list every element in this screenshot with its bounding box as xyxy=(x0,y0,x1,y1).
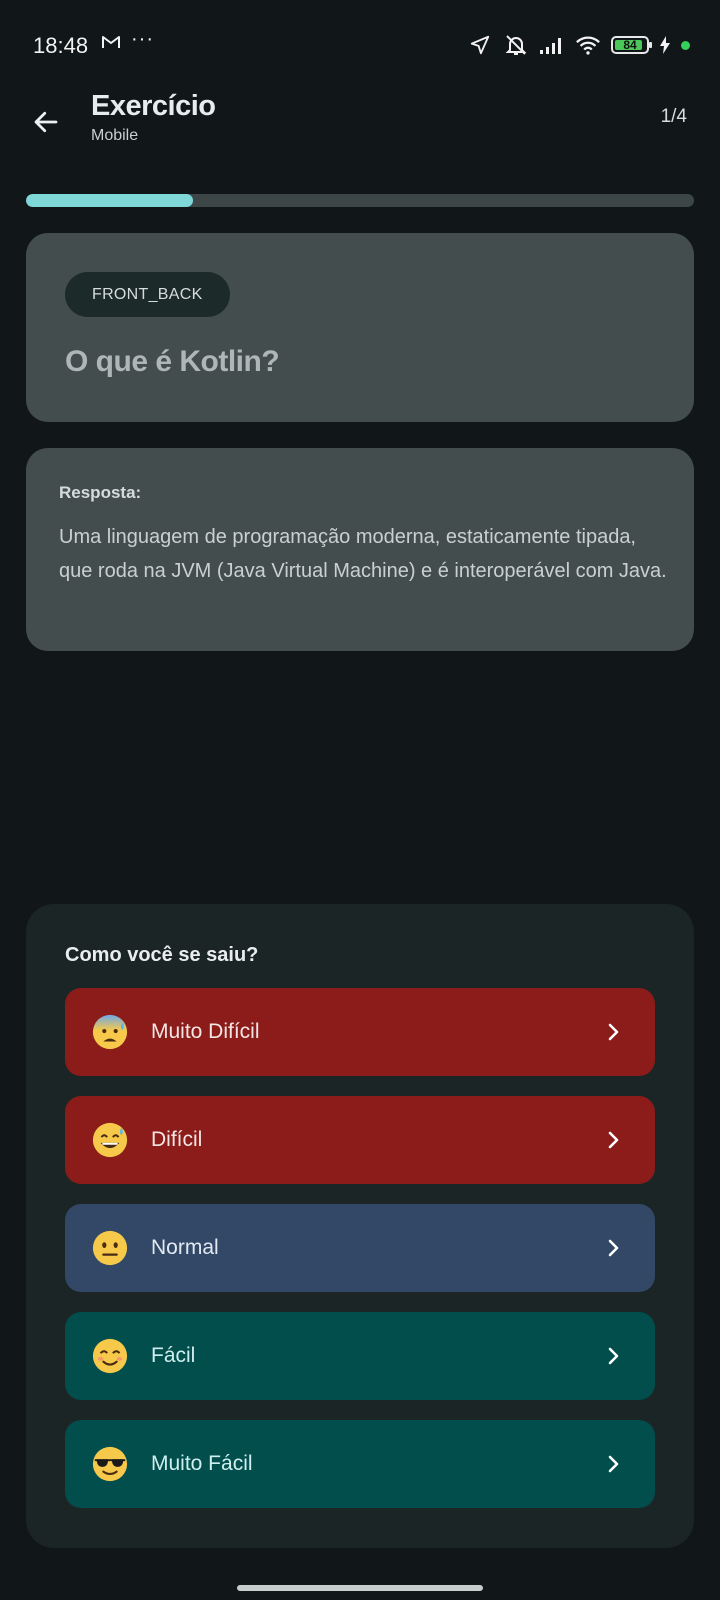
chevron-right-icon xyxy=(608,1455,619,1473)
rating-option-label: Difícil xyxy=(151,1128,203,1151)
app-header: Exercício Mobile 1/4 xyxy=(0,90,720,170)
gmail-icon xyxy=(101,33,121,56)
rating-option-normal[interactable]: Normal xyxy=(65,1204,655,1292)
privacy-indicator-dot xyxy=(681,40,690,50)
home-indicator[interactable] xyxy=(237,1585,483,1591)
card-type-chip: FRONT_BACK xyxy=(65,272,230,317)
rating-option-label: Muito Fácil xyxy=(151,1452,253,1475)
answer-card: Resposta: Uma linguagem de programação m… xyxy=(26,448,694,651)
signal-icon xyxy=(539,32,565,58)
progress-bar xyxy=(26,194,694,207)
more-notifications-icon: ··· xyxy=(131,28,154,50)
arrow-left-icon xyxy=(34,111,58,133)
neutral-face-emoji xyxy=(92,1230,128,1266)
answer-text: Uma linguagem de programação moderna, es… xyxy=(59,526,667,582)
bell-muted-icon xyxy=(503,32,529,58)
rating-option-muito-dificil[interactable]: Muito Difícil xyxy=(65,988,655,1076)
rating-option-muito-facil[interactable]: Muito Fácil xyxy=(65,1420,655,1508)
rating-title: Como você se saiu? xyxy=(65,944,259,966)
page-subtitle: Mobile xyxy=(91,127,139,144)
battery-icon: 84 xyxy=(611,36,652,54)
answer-label: Resposta: xyxy=(59,483,142,502)
chevron-right-icon xyxy=(608,1023,619,1041)
sunglasses-face-emoji xyxy=(92,1446,128,1482)
location-arrow-icon xyxy=(467,32,493,58)
page-title: Exercício xyxy=(91,90,216,122)
difficulty-rating-panel: Como você se saiu? Muito Difícil Difícil… xyxy=(26,904,694,1548)
anxious-sweat-face-emoji xyxy=(92,1014,128,1050)
rating-option-label: Muito Difícil xyxy=(151,1020,260,1043)
rating-option-dificil[interactable]: Difícil xyxy=(65,1096,655,1184)
charging-icon xyxy=(659,32,671,58)
back-button[interactable] xyxy=(26,102,66,142)
rating-option-label: Normal xyxy=(151,1236,219,1259)
chevron-right-icon xyxy=(608,1131,619,1149)
chevron-right-icon xyxy=(608,1239,619,1257)
wifi-icon xyxy=(575,32,601,58)
question-card: FRONT_BACK O que é Kotlin? xyxy=(26,233,694,422)
question-text: O que é Kotlin? xyxy=(65,345,280,378)
rating-option-label: Fácil xyxy=(151,1344,196,1367)
progress-fill xyxy=(26,194,193,207)
rating-option-facil[interactable]: Fácil xyxy=(65,1312,655,1400)
grinning-sweat-face-emoji xyxy=(92,1122,128,1158)
status-bar: 18:48 ··· 84 xyxy=(0,0,720,90)
question-counter: 1/4 xyxy=(660,106,687,127)
chevron-right-icon xyxy=(608,1347,619,1365)
battery-level: 84 xyxy=(623,38,637,52)
status-time: 18:48 xyxy=(33,33,89,58)
smiling-face-emoji xyxy=(92,1338,128,1374)
